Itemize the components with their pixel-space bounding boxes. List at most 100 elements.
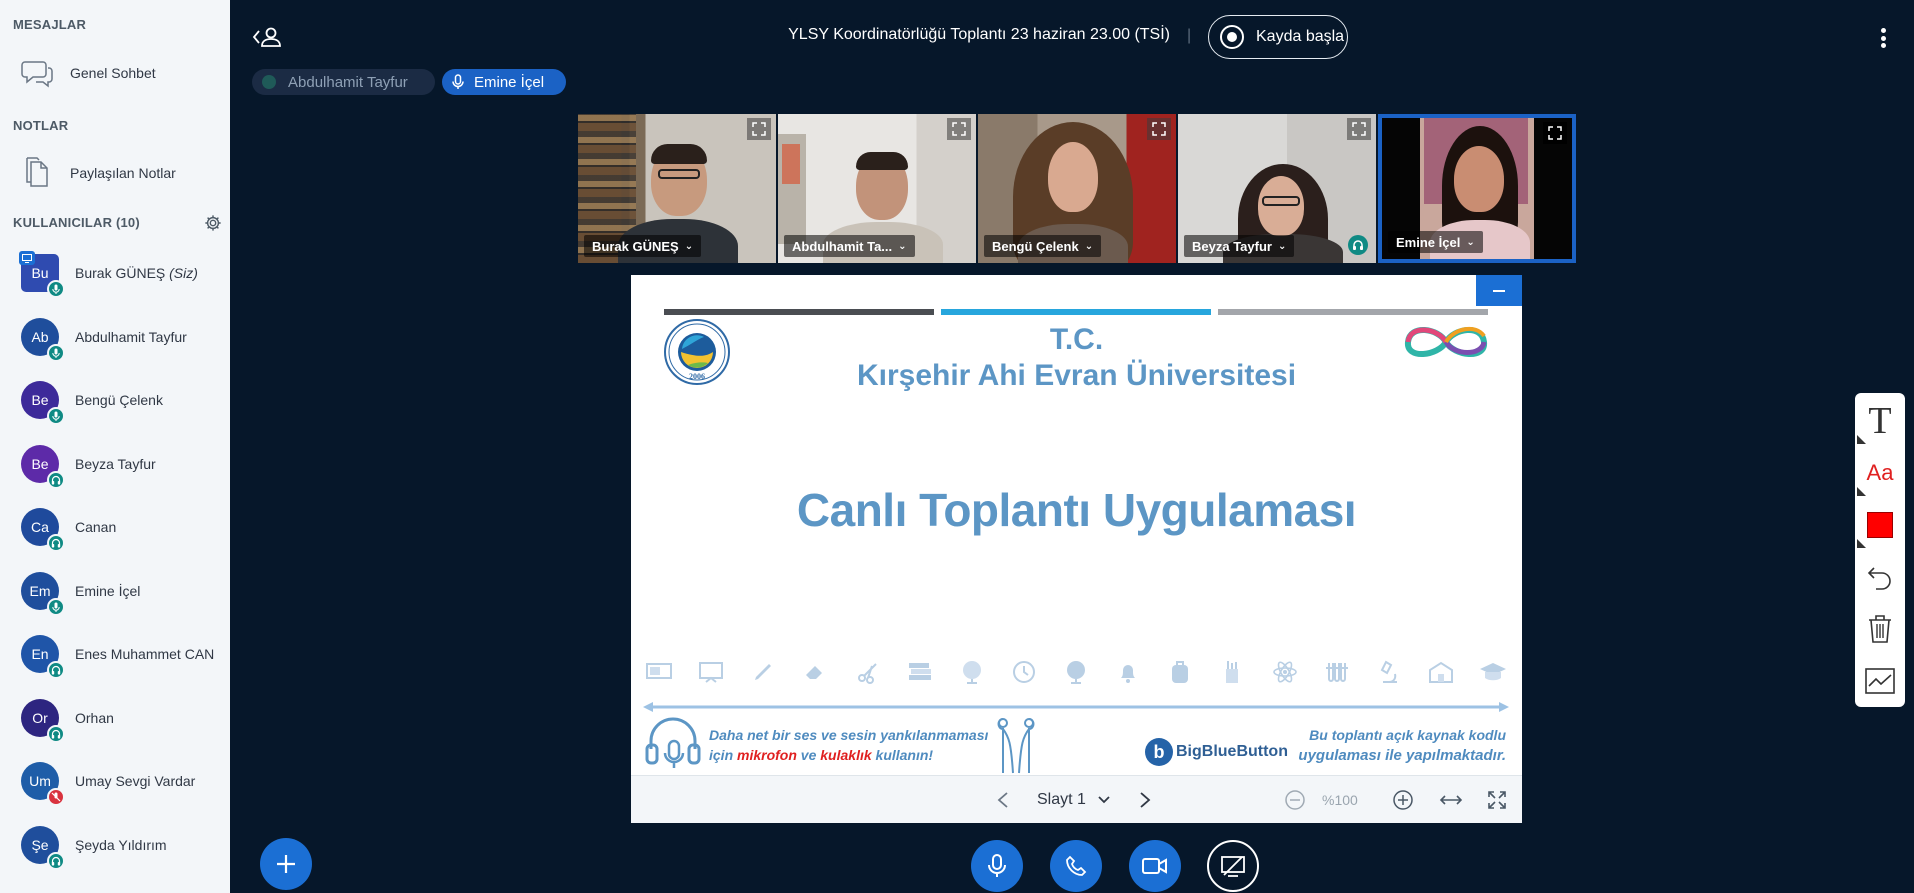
avatar: Um: [21, 762, 65, 806]
phone-button[interactable]: [1050, 840, 1102, 892]
board-icon: [697, 658, 725, 686]
bbb-line-1: Bu toplantı açık kaynak kodlu: [1309, 727, 1506, 743]
text-tool-icon[interactable]: T: [1855, 396, 1905, 446]
user-list-item[interactable]: Um Umay Sevgi Vardar: [0, 753, 230, 809]
fit-width-icon[interactable]: [1439, 788, 1463, 812]
webcam-emine[interactable]: Emine İçel ⌄: [1378, 114, 1576, 263]
slide-select[interactable]: Slayt 1: [1037, 788, 1110, 812]
bell-icon: [1114, 658, 1142, 686]
user-list-item[interactable]: Bu Burak GÜNEŞ (Siz): [0, 245, 230, 301]
tip-line-2: için mikrofon ve kulaklık kullanın!: [709, 747, 934, 763]
font-size-icon[interactable]: Aa: [1855, 448, 1905, 498]
fullscreen-icon[interactable]: [1543, 122, 1567, 144]
webcam-beyza[interactable]: Beyza Tayfur ⌄: [1178, 114, 1376, 263]
minimize-presentation-button[interactable]: [1476, 275, 1522, 306]
shared-notes-label: Paylaşılan Notlar: [70, 165, 176, 181]
zoom-out-icon[interactable]: [1283, 788, 1307, 812]
computer-icon: [645, 658, 673, 686]
headphones-icon: [47, 724, 65, 743]
talking-indicator-emine[interactable]: Emine İçel: [442, 69, 566, 95]
fullscreen-icon[interactable]: [747, 118, 771, 140]
meeting-title: YLSY Koordinatörlüğü Toplantı 23 haziran…: [788, 26, 1170, 43]
toggle-userlist-icon[interactable]: [250, 24, 284, 50]
education-icons-row: [645, 658, 1507, 686]
trash-icon[interactable]: [1855, 604, 1905, 654]
zoom-level: %100: [1322, 792, 1358, 808]
user-list-item[interactable]: En Enes Muhammet CAN: [0, 626, 230, 682]
talker-name: Abdulhamit Tayfur: [288, 73, 408, 91]
slide-band: [664, 309, 934, 315]
graduation-cap-icon: [1479, 658, 1507, 686]
avatar-initials: Be: [31, 392, 49, 408]
webcam-name[interactable]: Abdulhamit Ta... ⌄: [784, 235, 915, 257]
fullscreen-icon[interactable]: [1347, 118, 1371, 140]
avatar: En: [21, 635, 65, 679]
next-slide-icon[interactable]: [1135, 788, 1155, 812]
zoom-in-icon[interactable]: [1391, 788, 1415, 812]
title-separator: |: [1187, 27, 1192, 44]
microphone-button[interactable]: [971, 840, 1023, 892]
webcam-burak[interactable]: Burak GÜNEŞ ⌄: [578, 114, 776, 263]
camera-button[interactable]: [1129, 840, 1181, 892]
previous-slide-icon[interactable]: [993, 788, 1013, 812]
multi-user-whiteboard-icon[interactable]: [1855, 656, 1905, 706]
user-name: Orhan: [75, 709, 114, 726]
slide-tc: T.C.: [1049, 323, 1104, 356]
screen-share-button[interactable]: [1207, 840, 1259, 892]
user-list-item[interactable]: Or Orhan: [0, 690, 230, 746]
webcam-name[interactable]: Bengü Çelenk ⌄: [984, 235, 1102, 257]
user-list-item[interactable]: Ca Canan: [0, 499, 230, 555]
microscope-icon: [1375, 658, 1403, 686]
scissors-icon: [854, 658, 882, 686]
fullscreen-icon[interactable]: [947, 118, 971, 140]
avatar: Ca: [21, 508, 65, 552]
whiteboard-toolbar: T Aa: [1855, 393, 1905, 707]
record-icon: [1220, 25, 1244, 49]
actions-plus-button[interactable]: [260, 838, 312, 890]
tip-line-1: Daha net bir ses ve sesin yankılanmaması: [709, 727, 989, 743]
microphone-icon: [452, 74, 464, 90]
presentation-toolbar: Slayt 1 %100: [631, 775, 1522, 823]
user-list-item[interactable]: Em Emine İçel: [0, 563, 230, 619]
user-list-item[interactable]: Be Beyza Tayfur: [0, 436, 230, 492]
muted-microphone-icon: [47, 788, 65, 806]
slide-main-title: Canlı Toplantı Uygulaması: [796, 484, 1357, 536]
pencil-cup-icon: [1218, 658, 1246, 686]
gear-icon[interactable]: [202, 212, 224, 234]
avatar: Şe: [21, 825, 65, 870]
fullscreen-icon[interactable]: [1485, 788, 1509, 812]
slide[interactable]: 2006 T.C. Kırşehir Ahi Evran Üniversites…: [631, 275, 1522, 775]
webcam-abdulhamit[interactable]: Abdulhamit Ta... ⌄: [778, 114, 976, 263]
headphones-icon: [1348, 235, 1368, 255]
webcam-name[interactable]: Burak GÜNEŞ ⌄: [584, 235, 702, 257]
users-section-title: KULLANICILAR (10): [13, 215, 140, 230]
headset-graphic: [643, 715, 705, 775]
school-icon: [1427, 658, 1455, 686]
slide-divider-arrow: [643, 699, 1509, 712]
microphone-icon: [47, 343, 65, 362]
bbb-line-2: uygulaması ile yapılmaktadır.: [1298, 747, 1506, 764]
shared-notes-item[interactable]: Paylaşılan Notlar: [0, 150, 230, 196]
webcam-bengu[interactable]: Bengü Çelenk ⌄: [978, 114, 1176, 263]
user-list-item[interactable]: Şe Şeyda Yıldırım: [0, 817, 230, 873]
webcam-name[interactable]: Beyza Tayfur ⌄: [1184, 235, 1295, 257]
options-menu-icon[interactable]: [1876, 26, 1890, 50]
clock-icon: [1010, 658, 1038, 686]
record-button[interactable]: Kayda başla: [1208, 15, 1348, 59]
avatar-initials: En: [31, 646, 49, 662]
earphones-graphic: [991, 715, 1041, 775]
record-label: Kayda başla: [1256, 28, 1345, 45]
user-name: Emine İçel: [75, 582, 141, 599]
webcam-name[interactable]: Emine İçel ⌄: [1388, 231, 1483, 253]
avatar: Be: [21, 444, 65, 489]
avatar: Be: [21, 381, 65, 425]
public-chat-item[interactable]: Genel Sohbet: [0, 50, 230, 96]
fullscreen-icon[interactable]: [1147, 118, 1171, 140]
undo-icon[interactable]: [1855, 552, 1905, 602]
color-picker-icon[interactable]: [1855, 500, 1905, 550]
headphones-icon: [47, 851, 65, 870]
talking-indicator-abdulhamit[interactable]: Abdulhamit Tayfur: [252, 69, 435, 95]
user-list-item[interactable]: Ab Abdulhamit Tayfur: [0, 309, 230, 365]
user-list-item[interactable]: Be Bengü Çelenk: [0, 372, 230, 428]
test-tubes-icon: [1323, 658, 1351, 686]
